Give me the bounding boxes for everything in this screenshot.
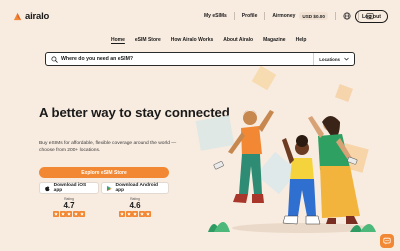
star-icon (145, 210, 151, 217)
divider (334, 12, 336, 20)
main-nav: Home eSIM Store How Airalo Works About A… (111, 37, 306, 43)
divider (264, 12, 266, 20)
nav-about-airalo[interactable]: About Airalo (223, 37, 253, 43)
chevron-down-icon (344, 57, 349, 61)
hero-subtitle: Buy eSIMs for affordable, flexible cover… (39, 141, 177, 153)
rating-value: 4.7 (63, 201, 75, 210)
apple-icon (45, 185, 50, 191)
search-icon (51, 55, 58, 63)
star-icon (66, 210, 72, 217)
download-android-label: Download Android app (115, 183, 158, 193)
chat-icon (383, 237, 391, 245)
star-icon (79, 210, 85, 217)
star-icon (59, 210, 66, 217)
airalo-logo[interactable]: airalo (13, 11, 49, 22)
android-rating: Rating 4.6 (113, 197, 157, 217)
chat-support-button[interactable] (380, 234, 394, 248)
nav-help[interactable]: Help (296, 37, 307, 43)
star-icon (119, 210, 125, 217)
star-rating (47, 210, 91, 217)
globe-icon[interactable] (343, 12, 351, 20)
star-icon (53, 210, 59, 217)
airmoney-link[interactable]: Airmoney (272, 13, 295, 19)
nav-how-airalo-works[interactable]: How Airalo Works (171, 37, 214, 43)
star-icon (125, 210, 132, 217)
logout-button[interactable]: Log out (355, 10, 388, 23)
divider (233, 12, 235, 20)
my-esims-link[interactable]: My eSIMs (204, 13, 227, 19)
explore-esim-store-button[interactable]: Explore eSIM Store (39, 167, 169, 178)
account-links: My eSIMs Profile Airmoney USD $0.00 (204, 12, 374, 20)
star-icon (72, 210, 79, 217)
star-rating (113, 210, 157, 217)
star-icon (132, 210, 138, 217)
top-bar: airalo My eSIMs Profile Airmoney USD $0.… (0, 0, 400, 30)
search-input[interactable] (61, 53, 314, 65)
logo-text: airalo (25, 11, 50, 22)
ios-rating: Rating 4.7 (47, 197, 91, 217)
nav-magazine[interactable]: Magazine (263, 37, 286, 43)
rating-value: 4.6 (129, 201, 141, 210)
star-icon (138, 210, 145, 217)
search-scope-label: Locations (319, 56, 340, 62)
download-ios-label: Download iOS app (53, 183, 87, 193)
nav-esim-store[interactable]: eSIM Store (135, 37, 161, 43)
airmoney-balance-badge[interactable]: USD $0.00 (299, 12, 328, 20)
profile-link[interactable]: Profile (242, 13, 258, 19)
logo-mark-icon (13, 12, 22, 21)
search-scope-select[interactable]: Locations (313, 53, 354, 65)
download-android-button[interactable]: Download Android app (101, 182, 169, 194)
search-bar: Locations (45, 52, 355, 66)
google-play-icon (106, 185, 112, 191)
hero-illustration (195, 66, 376, 233)
nav-home[interactable]: Home (111, 37, 125, 43)
download-ios-button[interactable]: Download iOS app (39, 182, 99, 194)
